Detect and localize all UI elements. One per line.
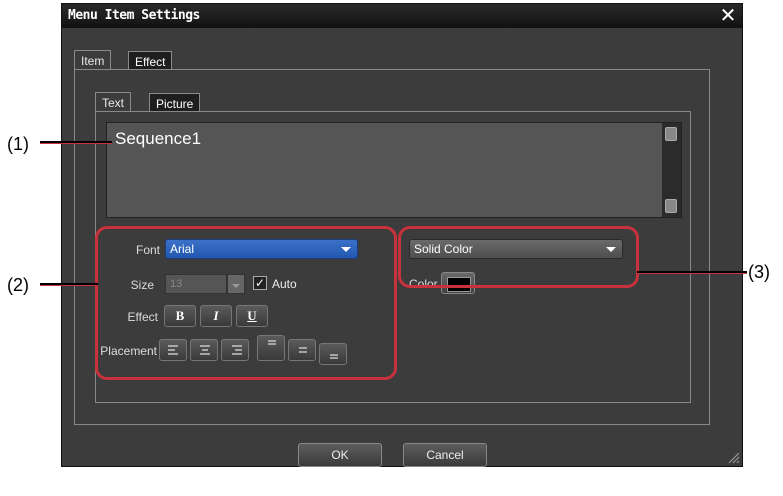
highlight-font-settings: [95, 226, 397, 380]
callout-2: (2): [7, 275, 29, 295]
menu-text-input[interactable]: Sequence1: [106, 122, 682, 218]
callout-1: (1): [7, 134, 29, 154]
callout-2-line: [40, 283, 98, 286]
resize-grip-icon[interactable]: [726, 450, 740, 464]
cancel-button[interactable]: Cancel: [403, 443, 487, 467]
ok-button[interactable]: OK: [298, 443, 382, 467]
callout-3-line: [637, 271, 747, 274]
tab-picture[interactable]: Picture: [149, 93, 201, 112]
scroll-up-button[interactable]: [665, 127, 677, 141]
window-title: Menu Item Settings: [68, 8, 200, 23]
tab-text[interactable]: Text: [95, 92, 132, 112]
menu-text-value: Sequence1: [115, 129, 202, 148]
title-bar[interactable]: Menu Item Settings ✕: [62, 4, 742, 28]
scroll-down-button[interactable]: [665, 199, 677, 213]
close-icon[interactable]: ✕: [717, 5, 739, 27]
callout-1-line: [40, 141, 112, 144]
tab-item[interactable]: Item: [74, 50, 112, 70]
tab-effect[interactable]: Effect: [128, 51, 173, 70]
highlight-fill-settings: [398, 226, 639, 288]
callout-3: (3): [748, 262, 770, 282]
text-scrollbar[interactable]: [662, 123, 681, 217]
